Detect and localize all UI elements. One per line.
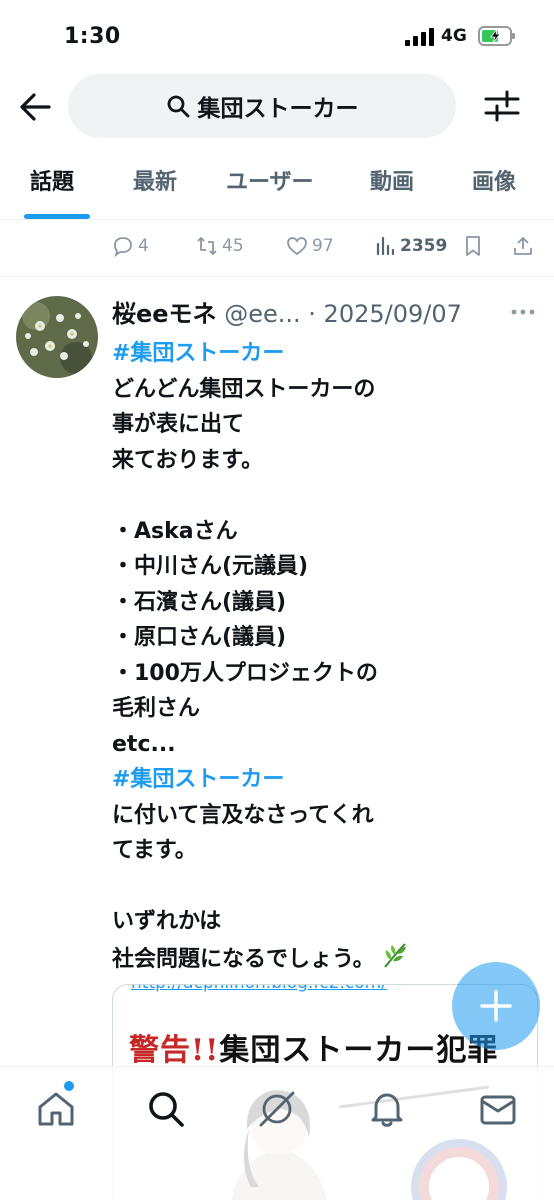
- search-tabs: 話題 最新 ユーザー 動画 画像: [0, 150, 554, 220]
- tab-users[interactable]: ユーザー: [226, 164, 314, 196]
- avatar[interactable]: [16, 296, 98, 378]
- filter-settings-icon[interactable]: [482, 86, 522, 126]
- tweet-line: ・中川さん(元議員): [112, 554, 309, 579]
- share-icon: [514, 237, 532, 255]
- like-button[interactable]: 97: [286, 235, 334, 257]
- header-separator: ·: [308, 300, 316, 328]
- tab-latest[interactable]: 最新: [133, 164, 177, 196]
- tweet-line: etc...: [112, 731, 176, 757]
- views-button[interactable]: 2359: [374, 235, 447, 257]
- tab-images[interactable]: 画像: [472, 164, 516, 196]
- search-header: 集団ストーカー: [0, 74, 554, 142]
- views-chart-icon: [376, 236, 395, 256]
- like-count: 97: [312, 236, 334, 256]
- tweet-line: ・原口さん(議員): [112, 625, 287, 650]
- author-handle[interactable]: @ee...: [224, 300, 300, 328]
- banner-title: 集団ストーカー犯罪: [219, 1033, 499, 1068]
- active-tab-indicator: [24, 214, 90, 219]
- banner-warning: 警告!!: [129, 1033, 220, 1068]
- retweet-icon: [197, 237, 217, 255]
- bottom-navigation: [0, 1066, 554, 1200]
- tweet-header: 桜eeモネ @ee... · 2025/09/07: [112, 294, 502, 329]
- home-icon[interactable]: [36, 1089, 76, 1129]
- share-button[interactable]: [512, 235, 538, 257]
- search-nav-icon[interactable]: [146, 1089, 186, 1129]
- tweet-line-text: 社会問題になるでしょう。: [112, 946, 375, 972]
- tweet-line: [112, 869, 532, 905]
- notifications-bell-icon[interactable]: [367, 1089, 407, 1129]
- bookmark-icon: [466, 236, 480, 256]
- reply-count: 4: [138, 236, 149, 256]
- tweet-text: #集団ストーカー どんどん集団ストーカーの 事が表に出て 来ております。 ・As…: [112, 336, 532, 975]
- view-count: 2359: [400, 236, 448, 256]
- messages-envelope-icon[interactable]: [478, 1089, 518, 1129]
- search-input[interactable]: 集団ストーカー: [68, 74, 456, 138]
- cellular-signal-icon: [405, 28, 434, 46]
- network-type: 4G: [441, 26, 467, 46]
- status-bar: 1:30 4G: [0, 0, 554, 74]
- status-time: 1:30: [64, 24, 121, 49]
- herb-emoji-icon: [383, 942, 406, 968]
- previous-tweet-actions: 4 45 97 2359: [0, 221, 554, 277]
- plus-icon: [480, 990, 512, 1022]
- bookmark-button[interactable]: [462, 235, 488, 257]
- tweet-line: どんどん集団ストーカーの: [112, 376, 376, 402]
- tweet-line: ・100万人プロジェクトの: [112, 660, 378, 686]
- compose-post-button[interactable]: [452, 962, 540, 1050]
- heart-icon: [287, 237, 307, 256]
- tweet-line: ・Askaさん: [112, 518, 238, 544]
- retweet-button[interactable]: 45: [196, 235, 244, 257]
- tweet-line: ・石濱さん(議員): [112, 589, 287, 615]
- hashtag-link[interactable]: #集団ストーカー: [112, 762, 532, 798]
- tweet-line: 来ております。: [112, 447, 264, 473]
- tweet[interactable]: 桜eeモネ @ee... · 2025/09/07 #集団ストーカー どんどん集…: [0, 278, 554, 1068]
- more-options-icon[interactable]: [508, 306, 538, 318]
- tab-trending[interactable]: 話題: [30, 164, 74, 196]
- hashtag-link[interactable]: #集団ストーカー: [112, 336, 532, 372]
- tab-videos[interactable]: 動画: [370, 164, 414, 196]
- battery-charging-icon: [478, 26, 515, 46]
- tweet-line: に付いて言及なさってくれ: [112, 802, 374, 828]
- tweet-line: てます。: [112, 838, 197, 863]
- search-query: 集団ストーカー: [197, 96, 359, 122]
- reply-icon: [114, 237, 132, 257]
- card-url[interactable]: http://acpniinon.blog.fc2.com/: [131, 985, 387, 993]
- home-notification-dot: [64, 1081, 74, 1091]
- tweet-line: いずれかは: [112, 909, 222, 934]
- author-name[interactable]: 桜eeモネ: [112, 300, 217, 328]
- search-icon: [167, 95, 189, 118]
- tweet-line: 毛利さん: [112, 696, 201, 721]
- back-arrow-icon[interactable]: [16, 88, 54, 126]
- retweet-count: 45: [222, 236, 244, 256]
- tweet-date[interactable]: 2025/09/07: [324, 300, 462, 328]
- reply-button[interactable]: 4: [112, 235, 149, 257]
- tweet-line: 事が表に出て: [112, 412, 245, 437]
- grok-icon[interactable]: [257, 1089, 297, 1129]
- tweet-line: [112, 478, 532, 514]
